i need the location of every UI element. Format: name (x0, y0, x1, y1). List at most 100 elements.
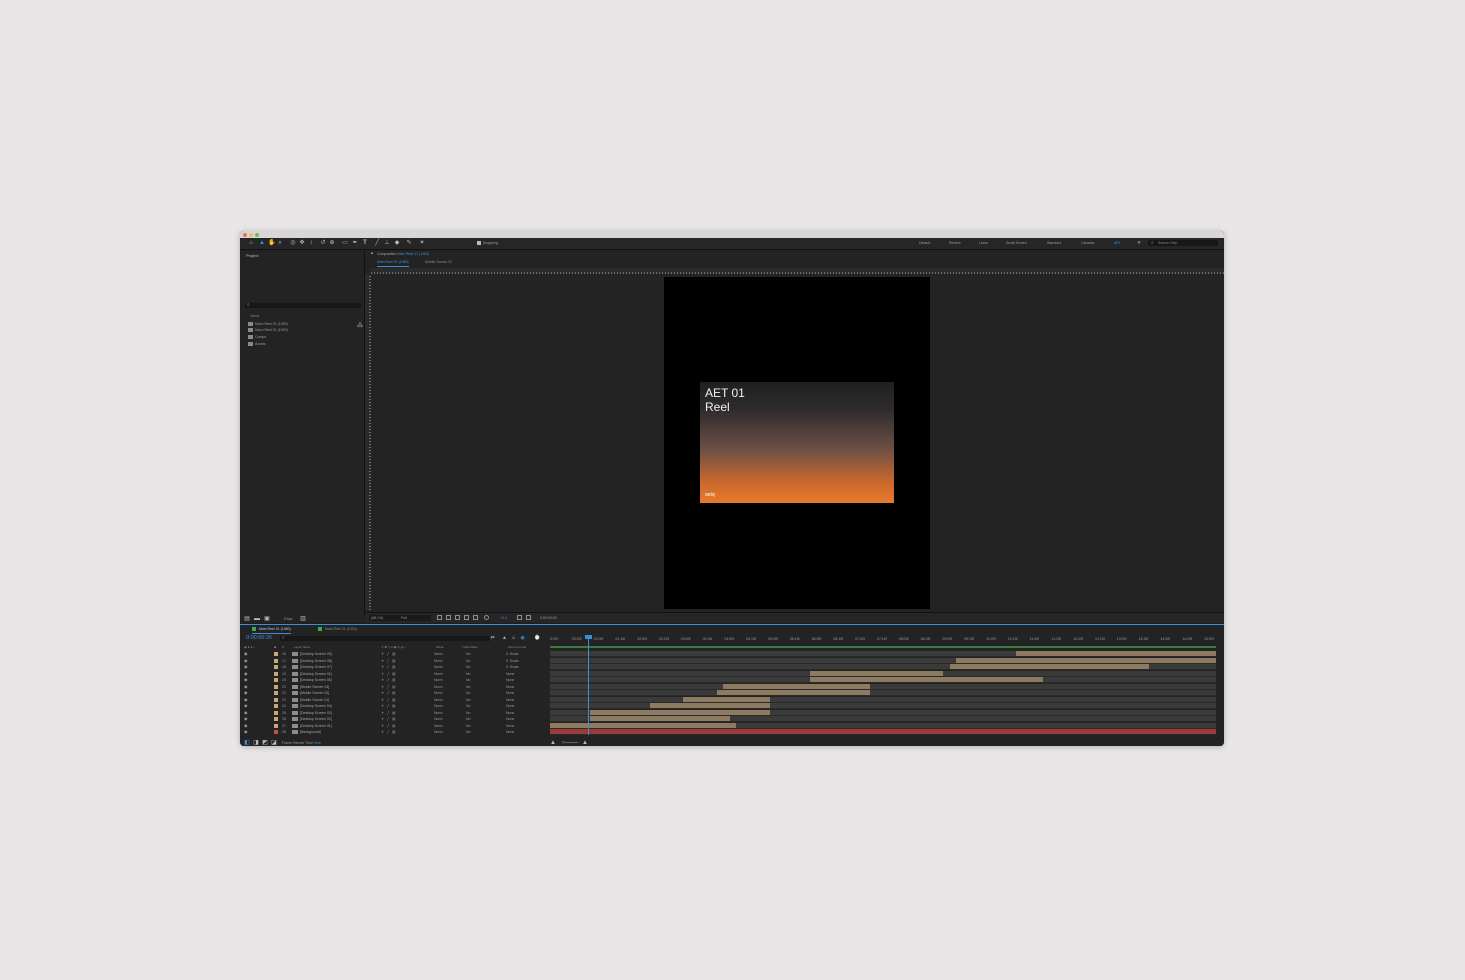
dolly-camera-icon[interactable]: ↕ (308, 240, 314, 246)
layer-clip-bar[interactable] (809, 670, 943, 676)
layer-clip-bar[interactable] (649, 703, 770, 708)
resolution-dropdown[interactable]: Full (399, 615, 431, 621)
layer-switches[interactable]: ☀ ╱ ▧ (381, 703, 395, 709)
eraser-tool-icon[interactable]: ◆ (394, 240, 400, 246)
visibility-eye-icon[interactable]: ◉ (244, 691, 248, 695)
workspace-default[interactable]: Default (919, 240, 930, 246)
visibility-eye-icon[interactable]: ◉ (244, 704, 248, 708)
parent-dropdown[interactable]: None (506, 710, 514, 716)
project-panel-title[interactable]: Project (246, 253, 258, 258)
layer-switches[interactable]: ☀ ╱ ▧ (381, 729, 395, 735)
layer-row[interactable]: ◉ 24 [Desktop Screen 04] ☀ ╱ ▧ Norm No None (240, 703, 547, 709)
label-header[interactable]: ◆ (274, 645, 276, 650)
label-color-swatch[interactable] (274, 730, 278, 734)
layer-clip-bar[interactable] (956, 657, 1216, 663)
pan-behind-tool-icon[interactable]: ⊕ (329, 240, 335, 246)
layer-name[interactable]: [Desktop Screen 01] (300, 671, 332, 677)
layer-clip-bar[interactable] (1016, 651, 1216, 656)
layer-switches[interactable]: ☀ ╱ ▧ (381, 710, 395, 716)
track-matte-dropdown[interactable]: No (466, 677, 470, 683)
layer-name[interactable]: [Mobile Screen 02] (300, 690, 329, 696)
layer-clip-bar[interactable] (809, 677, 1043, 682)
parent-dropdown[interactable]: None (506, 697, 514, 703)
layer-track[interactable] (550, 690, 1216, 696)
new-folder-icon[interactable]: ▬ (254, 616, 260, 622)
label-color-swatch[interactable] (274, 658, 278, 663)
layer-name[interactable]: [Desktop Screen 01] (300, 723, 332, 729)
timeline-tab-main-reel-1920[interactable]: Main Reel 01 (1920) (318, 626, 357, 633)
number-header[interactable]: # (282, 645, 284, 650)
layer-row[interactable]: ◉ 17 [Desktop Screen 08] ☀ ╱ ▧ Norm No 3. Scal… (240, 657, 547, 664)
timeline-graph[interactable]: 0:00f 00:15f 01:00f 01:15f 02:00f 02:15f 03:00… (548, 635, 1224, 746)
bpc-label[interactable]: 8 bpc (284, 616, 293, 622)
layer-name[interactable]: [Desktop Screen 08] (300, 658, 332, 664)
layer-track[interactable] (550, 729, 1216, 735)
visibility-eye-icon[interactable]: ◉ (244, 730, 248, 734)
project-search-input[interactable]: ⌕ (245, 302, 361, 308)
layer-mode-dropdown[interactable]: Norm (434, 671, 443, 677)
parent-dropdown[interactable]: None (506, 684, 514, 690)
track-matte-dropdown[interactable]: No (466, 664, 470, 670)
motion-blur-icon[interactable]: ◉ (520, 636, 525, 641)
visibility-eye-icon[interactable]: ◉ (244, 697, 248, 702)
label-color-swatch[interactable] (274, 704, 278, 708)
layer-name[interactable]: [Desktop Screen 06] (300, 677, 332, 683)
track-matte-dropdown[interactable]: No (466, 723, 470, 729)
selection-tool-icon[interactable]: ▲ (259, 240, 265, 246)
track-matte-dropdown[interactable]: No (466, 703, 470, 709)
trkmat-header[interactable]: Track Matte (462, 645, 478, 650)
layer-track[interactable] (550, 703, 1216, 709)
parent-dropdown[interactable]: None (506, 677, 514, 683)
layer-clip-bar[interactable] (716, 690, 870, 695)
zoom-slider[interactable]: ○─── (558, 740, 582, 746)
region-of-interest-icon[interactable] (437, 615, 442, 620)
layer-mode-dropdown[interactable]: Norm (434, 677, 443, 683)
layer-switches[interactable]: ☀ ╱ ▧ (381, 658, 395, 664)
workspace-libraries[interactable]: Libraries (1081, 240, 1094, 246)
track-matte-dropdown[interactable]: No (466, 684, 470, 690)
lock-icon[interactable]: ▪ (369, 251, 375, 257)
visibility-eye-icon[interactable]: ◉ (244, 678, 248, 682)
project-item[interactable]: Comps (248, 334, 360, 340)
parent-dropdown[interactable]: 3. Scale (506, 664, 519, 670)
track-matte-dropdown[interactable]: No (466, 671, 470, 677)
render-time-toggle-icon[interactable]: ◪ (271, 740, 277, 746)
pan-camera-icon[interactable]: ✥ (299, 240, 305, 246)
label-color-swatch[interactable] (274, 678, 278, 682)
transparency-grid-icon[interactable] (446, 615, 451, 620)
parent-header[interactable]: Parent & Link (508, 645, 526, 650)
label-color-swatch[interactable] (274, 684, 278, 689)
workspace-standard[interactable]: Standard (1047, 240, 1061, 246)
layer-track[interactable] (550, 716, 1216, 722)
zoom-tool-icon[interactable]: ⌕ (277, 240, 283, 246)
layer-row[interactable]: ◉ 20 [Desktop Screen 06] ☀ ╱ ▧ Norm No None (240, 677, 547, 683)
layer-track[interactable] (550, 683, 1216, 690)
layer-mode-dropdown[interactable]: Norm (434, 684, 443, 690)
search-help-field[interactable]: ⌕ Search Help (1148, 240, 1218, 246)
layer-name[interactable]: [Desktop Screen 09] (300, 651, 332, 657)
interpret-footage-icon[interactable]: ▤ (244, 616, 250, 622)
layer-name[interactable]: [Desktop Screen 04] (300, 703, 332, 709)
viewer-timecode[interactable]: 0:00:00:26 (540, 615, 557, 621)
layer-row[interactable]: ◉ 19 [Desktop Screen 01] ☀ ╱ ▧ Norm No None (240, 670, 547, 677)
guides-icon[interactable] (464, 615, 469, 620)
pen-tool-icon[interactable]: ✒ (352, 240, 358, 246)
current-time-display[interactable]: 0:00:00:26 (246, 635, 272, 642)
transfer-controls-toggle-icon[interactable]: ◨ (253, 740, 259, 746)
mask-visibility-icon[interactable] (455, 615, 460, 620)
workspace-review[interactable]: Review (949, 240, 960, 246)
project-item[interactable]: Micro Reel 01 (1920) (248, 327, 360, 333)
layer-name-header[interactable]: Layer Name (294, 645, 310, 650)
track-matte-dropdown[interactable]: No (466, 658, 470, 664)
label-color-swatch[interactable] (274, 665, 278, 669)
zoom-window-button[interactable] (255, 233, 259, 237)
layer-row[interactable]: ◉ 23 [Mobile Screen 01] ☀ ╱ ▧ Norm No None (240, 696, 547, 703)
track-matte-dropdown[interactable]: No (466, 710, 470, 716)
layer-switches[interactable]: ☀ ╱ ▧ (381, 723, 395, 729)
track-matte-dropdown[interactable]: No (466, 697, 470, 703)
layer-track[interactable] (550, 651, 1216, 657)
visibility-eye-icon[interactable]: ◉ (244, 723, 248, 728)
layer-name[interactable]: [Desktop Screen 07] (300, 664, 332, 670)
brush-tool-icon[interactable]: ╱ (374, 240, 380, 246)
snapping-checkbox[interactable] (477, 241, 481, 245)
